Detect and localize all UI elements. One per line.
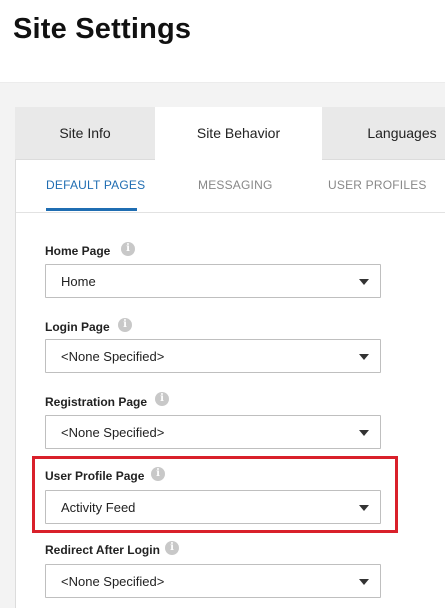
home-page-select[interactable]: Home — [45, 264, 381, 298]
tab-site-behavior[interactable]: Site Behavior — [155, 107, 322, 160]
info-icon[interactable]: i — [118, 318, 132, 332]
info-icon[interactable]: i — [155, 392, 169, 406]
home-page-value: Home — [61, 274, 96, 289]
subtab-messaging[interactable]: MESSAGING — [198, 178, 272, 192]
page-header: Site Settings — [0, 0, 445, 83]
info-icon[interactable]: i — [121, 242, 135, 256]
subtab-default-pages[interactable]: DEFAULT PAGES — [46, 178, 145, 192]
tab-languages[interactable]: Languages — [322, 107, 445, 159]
login-page-value: <None Specified> — [61, 349, 165, 364]
page-title: Site Settings — [13, 13, 192, 45]
info-icon[interactable]: i — [151, 467, 165, 481]
chevron-down-icon — [359, 579, 369, 585]
registration-page-select[interactable]: <None Specified> — [45, 415, 381, 449]
chevron-down-icon — [359, 430, 369, 436]
chevron-down-icon — [359, 354, 369, 360]
chevron-down-icon — [359, 505, 369, 511]
login-page-label: Login Page — [45, 320, 110, 334]
redirect-after-login-value: <None Specified> — [61, 574, 165, 589]
registration-page-value: <None Specified> — [61, 425, 165, 440]
redirect-after-login-label: Redirect After Login — [45, 543, 160, 557]
user-profile-page-select[interactable]: Activity Feed — [45, 490, 381, 524]
chevron-down-icon — [359, 279, 369, 285]
user-profile-page-label: User Profile Page — [45, 469, 145, 483]
subtab-bar: DEFAULT PAGES MESSAGING USER PROFILES — [16, 160, 445, 213]
tab-site-info[interactable]: Site Info — [15, 107, 155, 159]
active-subtab-indicator — [46, 208, 137, 211]
info-icon[interactable]: i — [165, 541, 179, 555]
registration-page-label: Registration Page — [45, 395, 148, 409]
tab-bar: Site Info Site Behavior Languages — [15, 107, 445, 160]
redirect-after-login-select[interactable]: <None Specified> — [45, 564, 381, 598]
user-profile-page-value: Activity Feed — [61, 500, 136, 515]
home-page-label: Home Page — [45, 244, 111, 258]
login-page-select[interactable]: <None Specified> — [45, 339, 381, 373]
subtab-user-profiles[interactable]: USER PROFILES — [328, 178, 427, 192]
